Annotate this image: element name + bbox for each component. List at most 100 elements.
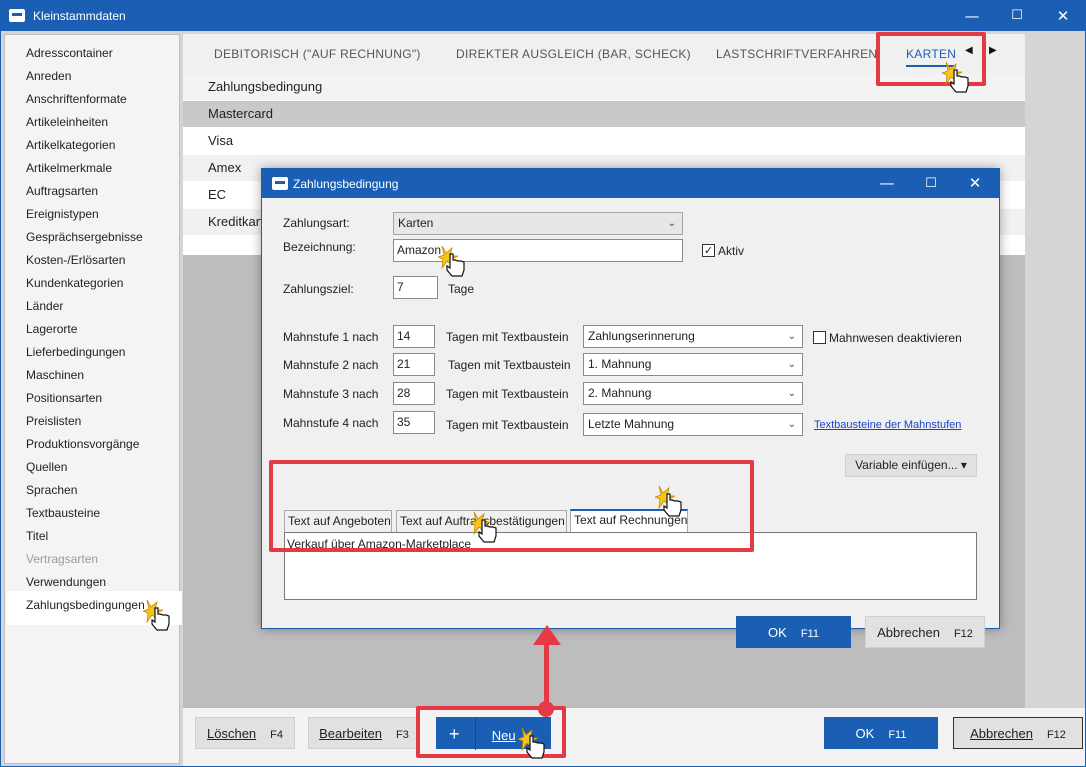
zahlungsart-value: Karten xyxy=(398,216,434,230)
sidebar-item[interactable]: Adresscontainer xyxy=(26,43,113,63)
click-cursor-icon xyxy=(470,511,497,543)
mahnstufe-3-textbaustein-value: 2. Mahnung xyxy=(588,386,652,400)
list-header: Zahlungsbedingung xyxy=(183,74,1025,100)
tage-label: Tage xyxy=(448,282,475,296)
invoice-text-area[interactable]: Verkauf über Amazon-Marketplace xyxy=(284,532,977,600)
click-cursor-icon xyxy=(655,485,682,517)
zahlungsart-label: Zahlungsart: xyxy=(283,216,350,230)
mahnstufe-2-days-input[interactable]: 21 xyxy=(393,353,435,376)
mahnstufe-1-days-input[interactable]: 14 xyxy=(393,325,435,348)
chevron-down-icon: ⌄ xyxy=(787,331,796,342)
variable-insert-button[interactable]: Variable einfügen... ▾ xyxy=(845,454,977,477)
red-arrow-line xyxy=(544,642,549,710)
dialog-close-button[interactable]: ✕ xyxy=(953,169,997,198)
dialog-maximize-button[interactable]: ☐ xyxy=(909,169,953,198)
aktiv-checkbox[interactable]: ✓ xyxy=(702,244,715,257)
tab-karten[interactable]: KARTEN xyxy=(906,47,957,67)
dialog-minimize-button[interactable]: — xyxy=(865,169,909,198)
mahnstufe-3-days-input[interactable]: 28 xyxy=(393,382,435,405)
aktiv-label: Aktiv xyxy=(718,244,745,258)
dialog-title: Zahlungsbedingung xyxy=(293,177,399,191)
dialog-ok-shortcut: F11 xyxy=(800,628,819,640)
textbausteine-link[interactable]: Textbausteine der Mahnstufen xyxy=(814,419,961,431)
mahnstufe-1-textbaustein-select[interactable]: Zahlungserinnerung ⌄ xyxy=(583,325,803,348)
click-cursor-icon xyxy=(942,61,969,93)
tab-text-angebote[interactable]: Text auf Angeboten xyxy=(284,510,392,532)
chevron-down-icon: ⌄ xyxy=(667,218,676,229)
sidebar-item[interactable]: Länder xyxy=(26,296,63,316)
mahnstufe-2-textbaustein-value: 1. Mahnung xyxy=(588,357,652,371)
mahnstufe-4-textbaustein-select[interactable]: Letzte Mahnung ⌄ xyxy=(583,413,803,436)
dialog-cancel-label: Abbrechen xyxy=(877,625,940,640)
edit-label: Bearbeiten xyxy=(319,726,383,741)
mahnstufe-2-textbaustein-select[interactable]: 1. Mahnung ⌄ xyxy=(583,353,803,376)
mahnstufe-4-textbaustein-value: Letzte Mahnung xyxy=(588,417,675,431)
zahlungsart-select[interactable]: Karten ⌄ xyxy=(393,212,683,235)
tab-bar: DEBITORISCH ("AUF RECHNUNG") DIREKTER AU… xyxy=(183,34,1025,74)
sidebar-item[interactable]: Positionsarten xyxy=(26,388,102,408)
sidebar-item[interactable]: Anreden xyxy=(26,66,71,86)
list-item[interactable]: Mastercard xyxy=(183,101,1025,127)
edit-button[interactable]: Bearbeiten F3 xyxy=(308,717,420,749)
cancel-shortcut: F12 xyxy=(1046,729,1066,741)
tab-scroll-left-icon[interactable]: ◀ xyxy=(965,45,973,56)
sidebar-item[interactable]: Titel xyxy=(26,526,48,546)
delete-label: Löschen xyxy=(207,726,257,741)
list-item[interactable]: Visa xyxy=(183,128,1025,154)
sidebar-item[interactable]: Produktionsvorgänge xyxy=(26,434,139,454)
red-arrow-dot xyxy=(538,701,554,717)
sidebar-item[interactable]: Artikelmerkmale xyxy=(26,158,112,178)
mahnstufe-1-textbaustein-value: Zahlungserinnerung xyxy=(588,329,695,343)
dialog-ok-button[interactable]: OK F11 xyxy=(736,616,851,648)
click-cursor-icon xyxy=(518,727,545,759)
sidebar-item[interactable]: Sprachen xyxy=(26,480,77,500)
delete-button[interactable]: Löschen F4 xyxy=(195,717,295,749)
sidebar-item[interactable]: Maschinen xyxy=(26,365,84,385)
cancel-button[interactable]: Abbrechen F12 xyxy=(953,717,1083,749)
tab-direkter-ausgleich[interactable]: DIREKTER AUSGLEICH (BAR, SCHECK) xyxy=(456,47,691,61)
bezeichnung-input[interactable]: Amazon xyxy=(393,239,683,262)
sidebar-item[interactable]: Artikelkategorien xyxy=(26,135,115,155)
window-title: Kleinstammdaten xyxy=(33,9,126,23)
dialog-cancel-button[interactable]: Abbrechen F12 xyxy=(865,616,985,648)
sidebar-item[interactable]: Lieferbedingungen xyxy=(26,342,125,362)
mahnstufe-2-label: Mahnstufe 2 nach xyxy=(283,358,379,372)
sidebar-item[interactable]: Quellen xyxy=(26,457,67,477)
minimize-button[interactable]: — xyxy=(950,1,994,31)
mahnstufe-3-label: Mahnstufe 3 nach xyxy=(283,387,379,401)
sidebar: Adresscontainer Anreden Anschriftenforma… xyxy=(4,34,182,764)
close-button[interactable]: ✕ xyxy=(1041,1,1085,31)
zahlungsziel-input[interactable]: 7 xyxy=(393,276,438,299)
sidebar-item[interactable]: Kosten-/Erlösarten xyxy=(26,250,125,270)
mahnstufe-3-textbaustein-select[interactable]: 2. Mahnung ⌄ xyxy=(583,382,803,405)
mahnstufe-1-label: Mahnstufe 1 nach xyxy=(283,330,379,344)
sidebar-item[interactable]: Lagerorte xyxy=(26,319,77,339)
sidebar-item[interactable]: Textbausteine xyxy=(26,503,100,523)
bottom-button-bar: Löschen F4 Bearbeiten F3 + Neu OK F11 Abbre… xyxy=(183,708,1085,766)
sidebar-item[interactable]: Gesprächsergebnisse xyxy=(26,227,143,247)
new-label: Neu xyxy=(491,728,516,743)
plus-icon: + xyxy=(449,724,460,744)
chevron-down-icon: ⌄ xyxy=(787,419,796,430)
tab-debitorisch[interactable]: DEBITORISCH ("AUF RECHNUNG") xyxy=(214,47,421,61)
sidebar-item[interactable]: Anschriftenformate xyxy=(26,89,127,109)
sidebar-item[interactable]: Ereignistypen xyxy=(26,204,99,224)
dialog-body: Zahlungsart: Karten ⌄ Bezeichnung: Amazo… xyxy=(262,198,999,648)
ok-shortcut: F11 xyxy=(888,729,907,741)
bezeichnung-label: Bezeichnung: xyxy=(283,240,356,254)
sidebar-item[interactable]: Preislisten xyxy=(26,411,81,431)
maximize-button[interactable]: ☐ xyxy=(995,1,1039,31)
tab-lastschrift[interactable]: LASTSCHRIFTVERFAHREN xyxy=(716,47,877,61)
dialog-app-icon xyxy=(272,177,288,190)
sidebar-item[interactable]: Auftragsarten xyxy=(26,181,98,201)
ok-button[interactable]: OK F11 xyxy=(824,717,938,749)
mahnwesen-label: Mahnwesen deaktivieren xyxy=(829,331,962,345)
sidebar-item[interactable]: Artikeleinheiten xyxy=(26,112,108,132)
edit-shortcut: F3 xyxy=(396,729,409,741)
mahnstufe-4-days-input[interactable]: 35 xyxy=(393,411,435,434)
sidebar-item[interactable]: Kundenkategorien xyxy=(26,273,123,293)
sidebar-item[interactable]: Verwendungen xyxy=(26,572,106,592)
window-titlebar: Kleinstammdaten — ☐ ✕ xyxy=(1,1,1085,31)
mahnwesen-checkbox[interactable] xyxy=(813,331,826,344)
tab-scroll-right-icon[interactable]: ▶ xyxy=(989,45,997,56)
